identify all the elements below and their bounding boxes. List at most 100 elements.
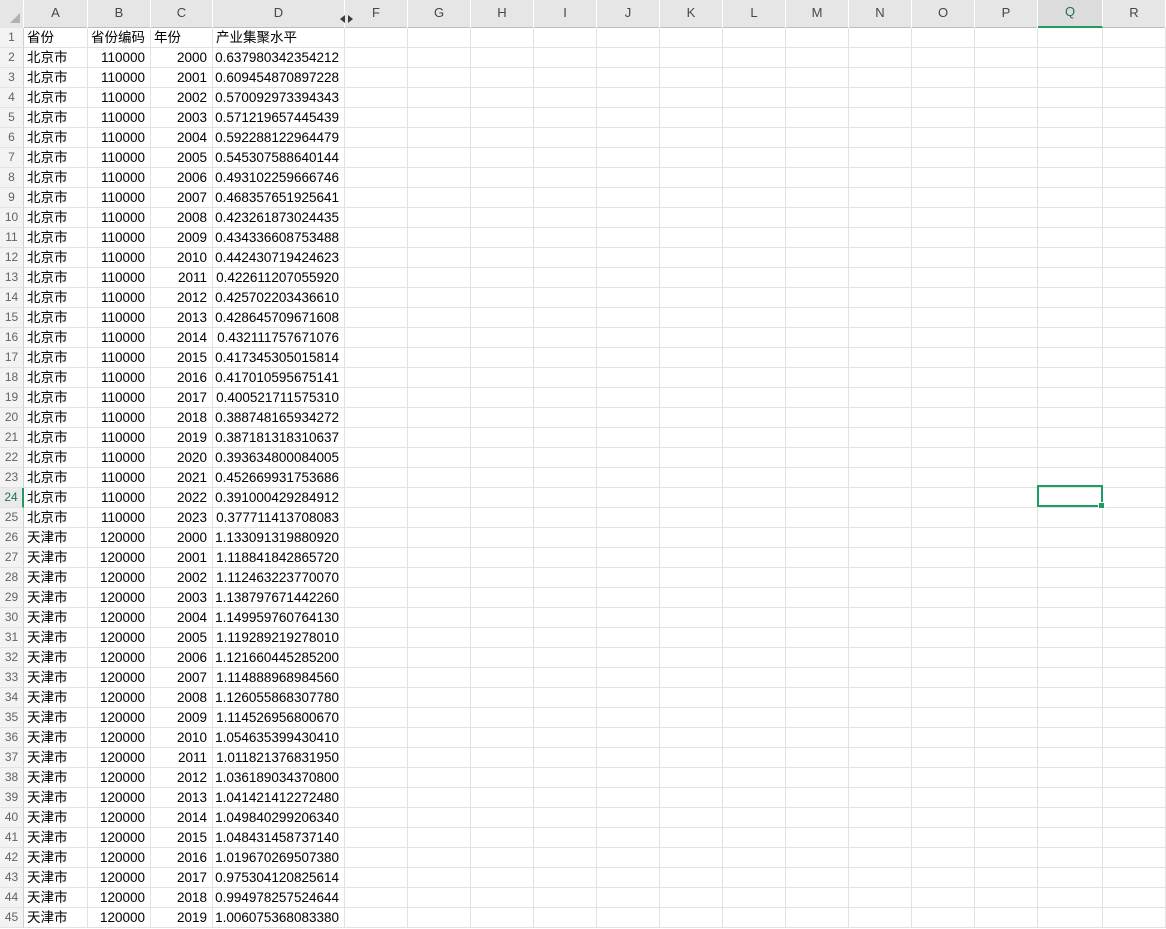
cell-F41[interactable] (345, 828, 408, 848)
column-header-R[interactable]: R (1103, 0, 1166, 28)
cell-J32[interactable] (597, 648, 660, 668)
cell-H16[interactable] (471, 328, 534, 348)
cell-I31[interactable] (534, 628, 597, 648)
cell-J24[interactable] (597, 488, 660, 508)
cell-O45[interactable] (912, 908, 975, 928)
cell-D4[interactable]: 0.570092973394343 (213, 88, 345, 108)
cell-B31[interactable]: 120000 (88, 628, 151, 648)
cell-C13[interactable]: 2011 (151, 268, 213, 288)
cell-M38[interactable] (786, 768, 849, 788)
cell-N16[interactable] (849, 328, 912, 348)
cell-Q20[interactable] (1038, 408, 1103, 428)
cell-H11[interactable] (471, 228, 534, 248)
cell-B19[interactable]: 110000 (88, 388, 151, 408)
cell-N39[interactable] (849, 788, 912, 808)
cell-K27[interactable] (660, 548, 723, 568)
cell-P41[interactable] (975, 828, 1038, 848)
cell-I25[interactable] (534, 508, 597, 528)
cell-A3[interactable]: 北京市 (24, 68, 88, 88)
cell-J20[interactable] (597, 408, 660, 428)
cell-M14[interactable] (786, 288, 849, 308)
cell-J34[interactable] (597, 688, 660, 708)
cell-L26[interactable] (723, 528, 786, 548)
cell-A28[interactable]: 天津市 (24, 568, 88, 588)
cell-I2[interactable] (534, 48, 597, 68)
cell-B34[interactable]: 120000 (88, 688, 151, 708)
cell-M23[interactable] (786, 468, 849, 488)
cell-A37[interactable]: 天津市 (24, 748, 88, 768)
cell-R30[interactable] (1103, 608, 1166, 628)
cell-F40[interactable] (345, 808, 408, 828)
cell-M39[interactable] (786, 788, 849, 808)
cell-O20[interactable] (912, 408, 975, 428)
cell-N22[interactable] (849, 448, 912, 468)
cell-P14[interactable] (975, 288, 1038, 308)
cell-F2[interactable] (345, 48, 408, 68)
cell-I38[interactable] (534, 768, 597, 788)
cell-M43[interactable] (786, 868, 849, 888)
cell-C15[interactable]: 2013 (151, 308, 213, 328)
cell-A4[interactable]: 北京市 (24, 88, 88, 108)
cell-P31[interactable] (975, 628, 1038, 648)
cell-F30[interactable] (345, 608, 408, 628)
cell-R26[interactable] (1103, 528, 1166, 548)
cell-L27[interactable] (723, 548, 786, 568)
cell-A32[interactable]: 天津市 (24, 648, 88, 668)
cell-H31[interactable] (471, 628, 534, 648)
cell-P22[interactable] (975, 448, 1038, 468)
cell-R41[interactable] (1103, 828, 1166, 848)
cell-B18[interactable]: 110000 (88, 368, 151, 388)
cell-P28[interactable] (975, 568, 1038, 588)
cell-R23[interactable] (1103, 468, 1166, 488)
cell-J41[interactable] (597, 828, 660, 848)
cell-C42[interactable]: 2016 (151, 848, 213, 868)
cell-F26[interactable] (345, 528, 408, 548)
cell-P33[interactable] (975, 668, 1038, 688)
cell-B33[interactable]: 120000 (88, 668, 151, 688)
column-header-D[interactable]: D (213, 0, 345, 28)
cell-L42[interactable] (723, 848, 786, 868)
cell-M35[interactable] (786, 708, 849, 728)
cell-C38[interactable]: 2012 (151, 768, 213, 788)
cell-F35[interactable] (345, 708, 408, 728)
cell-K45[interactable] (660, 908, 723, 928)
row-header-10[interactable]: 10 (0, 208, 24, 228)
cell-D15[interactable]: 0.428645709671608 (213, 308, 345, 328)
cell-K38[interactable] (660, 768, 723, 788)
cell-Q15[interactable] (1038, 308, 1103, 328)
cell-L39[interactable] (723, 788, 786, 808)
cell-R7[interactable] (1103, 148, 1166, 168)
cell-C44[interactable]: 2018 (151, 888, 213, 908)
cell-A31[interactable]: 天津市 (24, 628, 88, 648)
cell-B9[interactable]: 110000 (88, 188, 151, 208)
cell-P20[interactable] (975, 408, 1038, 428)
cell-I13[interactable] (534, 268, 597, 288)
cell-L43[interactable] (723, 868, 786, 888)
cell-P43[interactable] (975, 868, 1038, 888)
cell-B29[interactable]: 120000 (88, 588, 151, 608)
cell-L3[interactable] (723, 68, 786, 88)
cell-J40[interactable] (597, 808, 660, 828)
cell-N10[interactable] (849, 208, 912, 228)
cell-F12[interactable] (345, 248, 408, 268)
cell-J18[interactable] (597, 368, 660, 388)
cell-D43[interactable]: 0.975304120825614 (213, 868, 345, 888)
row-header-21[interactable]: 21 (0, 428, 24, 448)
cell-I8[interactable] (534, 168, 597, 188)
cell-M19[interactable] (786, 388, 849, 408)
cell-Q5[interactable] (1038, 108, 1103, 128)
cell-J39[interactable] (597, 788, 660, 808)
cell-P25[interactable] (975, 508, 1038, 528)
cell-H44[interactable] (471, 888, 534, 908)
cell-J9[interactable] (597, 188, 660, 208)
cell-Q14[interactable] (1038, 288, 1103, 308)
cell-B22[interactable]: 110000 (88, 448, 151, 468)
cell-G36[interactable] (408, 728, 471, 748)
cell-I7[interactable] (534, 148, 597, 168)
cell-F7[interactable] (345, 148, 408, 168)
cell-Q25[interactable] (1038, 508, 1103, 528)
cell-K20[interactable] (660, 408, 723, 428)
cell-M9[interactable] (786, 188, 849, 208)
cell-D25[interactable]: 0.377711413708083 (213, 508, 345, 528)
cell-O13[interactable] (912, 268, 975, 288)
